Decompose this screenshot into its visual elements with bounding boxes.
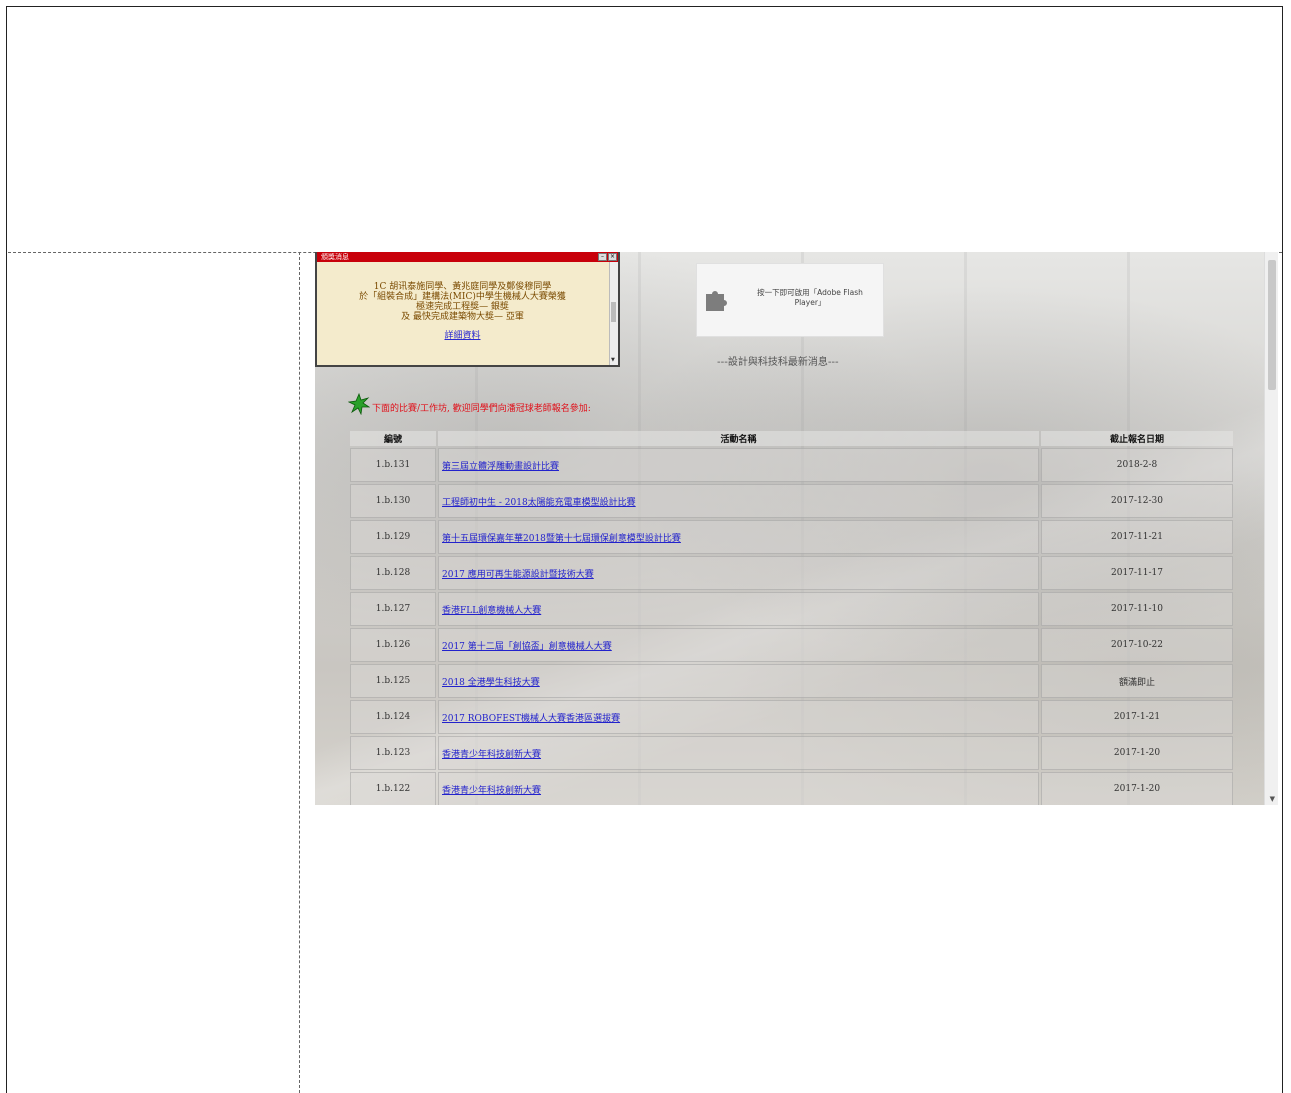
cell-id: 1.b.124 bbox=[350, 700, 436, 734]
competition-link[interactable]: 2017 ROBOFEST機械人大賽香港區選拔賽 bbox=[439, 714, 620, 724]
flash-text-line: Player」 bbox=[794, 298, 826, 307]
table-row: 1.b.129 第十五屆環保嘉年華2018暨第十七屆環保創意模型設計比賽 201… bbox=[350, 520, 1233, 554]
popup-line: 及 最快完成建築物大獎— 亞軍 bbox=[401, 312, 524, 322]
notice-text: 下面的比賽/工作坊, 歡迎同學們向潘冠球老師報名參加: bbox=[372, 404, 591, 414]
popup-line: 1C 胡讯泰施同學、黃兆庭同學及鄭俊穆同學 bbox=[373, 282, 552, 292]
competition-table: 編號 活動名稱 截止報名日期 1.b.131 第三屆立體浮雕動畫設計比賽 201… bbox=[348, 429, 1235, 805]
notice-row: 下面的比賽/工作坊, 歡迎同學們向潘冠球老師報名參加: bbox=[348, 393, 591, 415]
table-row: 1.b.122 香港青少年科技創新大賽 2017-1-20 bbox=[350, 772, 1233, 805]
cell-id: 1.b.128 bbox=[350, 556, 436, 590]
cell-deadline: 2017-11-17 bbox=[1041, 556, 1233, 590]
competition-link[interactable]: 第三屆立體浮雕動畫設計比賽 bbox=[439, 462, 559, 472]
cell-deadline: 2017-10-22 bbox=[1041, 628, 1233, 662]
cell-deadline: 額滿即止 bbox=[1041, 664, 1233, 698]
sidebar-divider bbox=[299, 252, 300, 1093]
award-popup: 頒獎消息 – × 1C 胡讯泰施同學、黃兆庭同學及鄭俊穆同學 於「組裝合成」建構… bbox=[315, 252, 620, 367]
table-row: 1.b.126 2017 第十二屆「創協盃」創意機械人大賽 2017-10-22 bbox=[350, 628, 1233, 662]
cell-id: 1.b.122 bbox=[350, 772, 436, 805]
cell-deadline: 2017-11-10 bbox=[1041, 592, 1233, 626]
scroll-down-icon[interactable]: ▼ bbox=[1270, 795, 1275, 803]
cell-id: 1.b.127 bbox=[350, 592, 436, 626]
popup-titlebar: 頒獎消息 – × bbox=[317, 252, 618, 262]
popup-line: 於「組裝合成」建構法(MIC)中學生機械人大賽榮獲 bbox=[359, 292, 566, 302]
table-row: 1.b.130 工程師初中生 - 2018太陽能充電車模型設計比賽 2017-1… bbox=[350, 484, 1233, 518]
competition-link[interactable]: 香港青少年科技創新大賽 bbox=[439, 786, 541, 796]
cell-deadline: 2018-2-8 bbox=[1041, 448, 1233, 482]
flash-placeholder[interactable]: 按一下即可啟用「Adobe Flash Player」 bbox=[696, 263, 884, 337]
scrollbar-thumb[interactable] bbox=[1268, 260, 1276, 390]
minimize-icon[interactable]: – bbox=[598, 253, 607, 261]
new-badge-icon bbox=[348, 393, 370, 415]
col-header-deadline: 截止報名日期 bbox=[1041, 431, 1233, 446]
col-header-name: 活動名稱 bbox=[438, 431, 1039, 446]
cell-deadline: 2017-1-21 bbox=[1041, 700, 1233, 734]
plugin-puzzle-icon bbox=[706, 291, 727, 311]
competition-link[interactable]: 2017 應用可再生能源設計暨技術大賽 bbox=[439, 570, 594, 580]
table-row: 1.b.125 2018 全港學生科技大賽 額滿即止 bbox=[350, 664, 1233, 698]
popup-body: 1C 胡讯泰施同學、黃兆庭同學及鄭俊穆同學 於「組裝合成」建構法(MIC)中學生… bbox=[317, 262, 618, 341]
details-link[interactable]: 詳細資料 bbox=[444, 331, 480, 341]
cell-id: 1.b.126 bbox=[350, 628, 436, 662]
popup-title: 頒獎消息 bbox=[321, 253, 349, 261]
table-row: 1.b.127 香港FLL創意機械人大賽 2017-11-10 bbox=[350, 592, 1233, 626]
competition-link[interactable]: 香港FLL創意機械人大賽 bbox=[439, 606, 541, 616]
table-row: 1.b.123 香港青少年科技創新大賽 2017-1-20 bbox=[350, 736, 1233, 770]
iframe-scrollbar[interactable]: ▼ bbox=[1264, 252, 1278, 805]
col-header-id: 編號 bbox=[350, 431, 436, 446]
competition-link[interactable]: 2017 第十二屆「創協盃」創意機械人大賽 bbox=[439, 642, 612, 652]
table-row: 1.b.128 2017 應用可再生能源設計暨技術大賽 2017-11-17 bbox=[350, 556, 1233, 590]
cell-id: 1.b.125 bbox=[350, 664, 436, 698]
cell-id: 1.b.130 bbox=[350, 484, 436, 518]
table-row: 1.b.124 2017 ROBOFEST機械人大賽香港區選拔賽 2017-1-… bbox=[350, 700, 1233, 734]
cell-id: 1.b.129 bbox=[350, 520, 436, 554]
cell-deadline: 2017-1-20 bbox=[1041, 736, 1233, 770]
competition-link[interactable]: 工程師初中生 - 2018太陽能充電車模型設計比賽 bbox=[439, 498, 636, 508]
news-iframe: 頒獎消息 – × 1C 胡讯泰施同學、黃兆庭同學及鄭俊穆同學 於「組裝合成」建構… bbox=[315, 252, 1278, 805]
popup-scrollbar[interactable]: ▼ bbox=[609, 262, 618, 365]
latest-news-heading: ---設計與科技科最新消息--- bbox=[717, 357, 839, 368]
cell-id: 1.b.131 bbox=[350, 448, 436, 482]
cell-deadline: 2017-12-30 bbox=[1041, 484, 1233, 518]
close-icon[interactable]: × bbox=[608, 253, 617, 261]
competition-link[interactable]: 香港青少年科技創新大賽 bbox=[439, 750, 541, 760]
table-row: 1.b.131 第三屆立體浮雕動畫設計比賽 2018-2-8 bbox=[350, 448, 1233, 482]
cell-deadline: 2017-11-21 bbox=[1041, 520, 1233, 554]
competition-link[interactable]: 第十五屆環保嘉年華2018暨第十七屆環保創意模型設計比賽 bbox=[439, 534, 681, 544]
popup-line: 極速完成工程獎— 銀獎 bbox=[416, 302, 509, 312]
flash-text-line: 按一下即可啟用「Adobe Flash bbox=[757, 288, 863, 297]
competition-link[interactable]: 2018 全港學生科技大賽 bbox=[439, 678, 540, 688]
cell-deadline: 2017-1-20 bbox=[1041, 772, 1233, 805]
cell-id: 1.b.123 bbox=[350, 736, 436, 770]
